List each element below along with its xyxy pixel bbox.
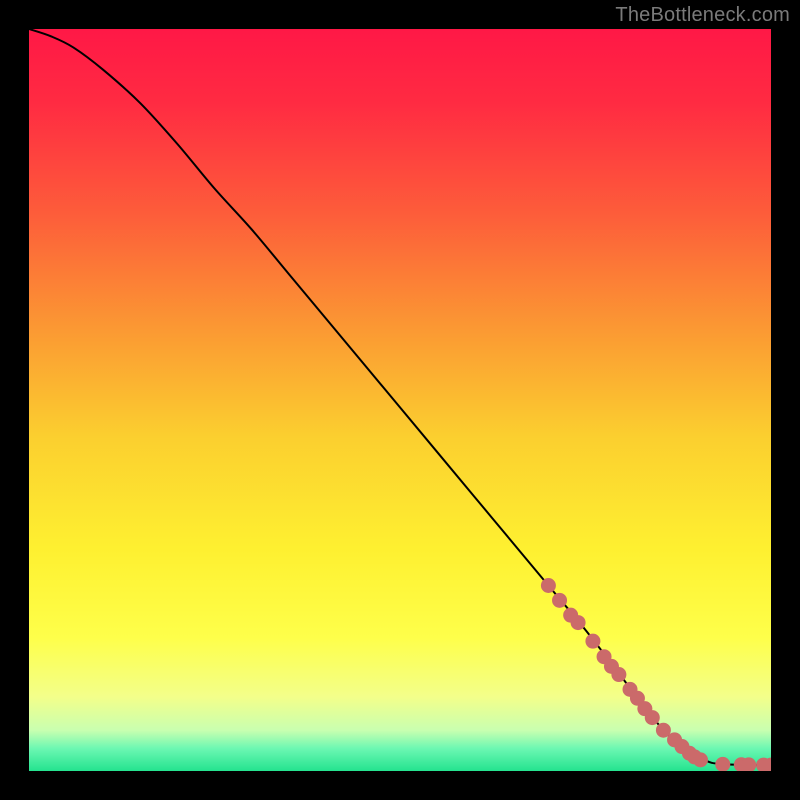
- chart-svg: [29, 29, 771, 771]
- data-point: [552, 593, 567, 608]
- data-point: [645, 710, 660, 725]
- plot-area: [29, 29, 771, 771]
- gradient-background: [29, 29, 771, 771]
- chart-frame: TheBottleneck.com: [0, 0, 800, 800]
- data-point: [541, 578, 556, 593]
- data-point: [585, 634, 600, 649]
- data-point: [693, 752, 708, 767]
- data-point: [571, 615, 586, 630]
- data-point: [611, 667, 626, 682]
- watermark-text: TheBottleneck.com: [615, 4, 790, 27]
